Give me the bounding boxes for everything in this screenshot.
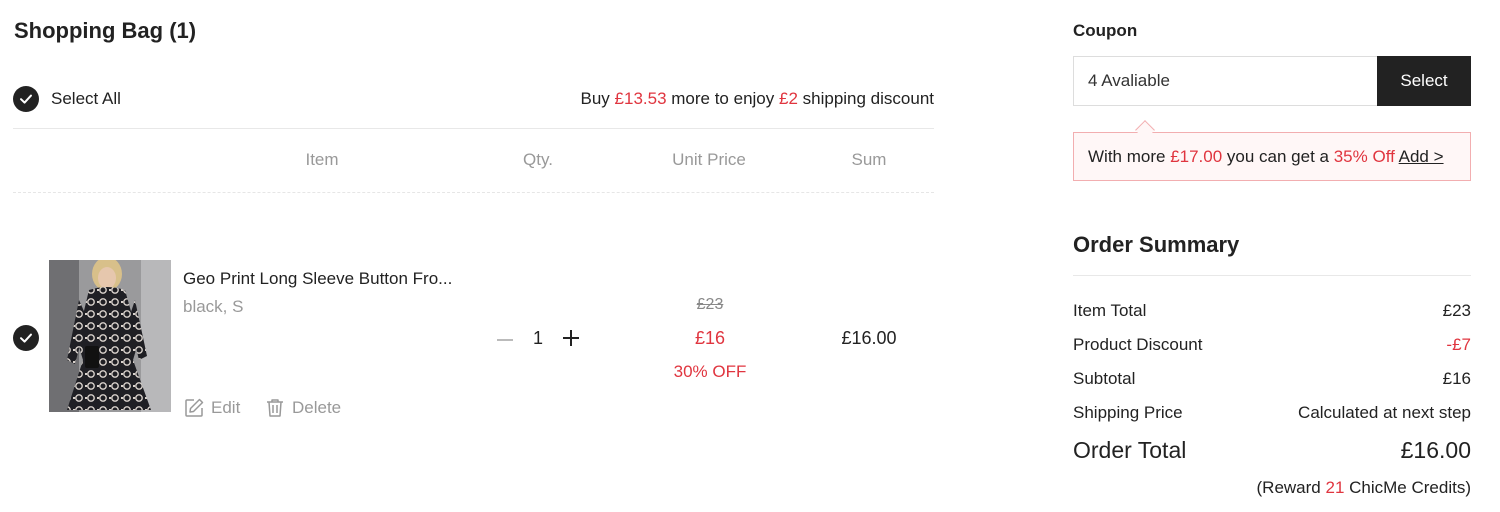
item-sum: £16.00 bbox=[841, 328, 897, 348]
divider bbox=[13, 192, 934, 193]
original-price: £23 bbox=[696, 296, 724, 313]
page-title: Shopping Bag (1) bbox=[14, 18, 197, 43]
column-header-qty: Qty. bbox=[523, 150, 553, 169]
order-total-label: Order Total bbox=[1073, 437, 1187, 463]
summary-row-item-total: Item Total £23 bbox=[1073, 301, 1471, 320]
shipping-discount: £2 bbox=[778, 89, 798, 108]
column-header-item: Item bbox=[305, 150, 339, 169]
divider bbox=[1073, 275, 1471, 276]
divider bbox=[13, 128, 934, 129]
promo-offer: 35% Off bbox=[1333, 147, 1395, 166]
coupon-promo-message: With more £17.00 you can get a 35% Off A… bbox=[1073, 132, 1471, 181]
edit-label: Edit bbox=[211, 398, 241, 417]
coupon-field[interactable]: 4 Avaliable bbox=[1073, 56, 1378, 106]
order-summary-title: Order Summary bbox=[1073, 232, 1240, 257]
quantity-value: 1 bbox=[532, 328, 543, 348]
select-all-toggle[interactable]: Select All bbox=[13, 86, 121, 112]
edit-button[interactable]: Edit bbox=[183, 397, 240, 419]
column-header-sum: Sum bbox=[851, 150, 887, 169]
shipping-amount: £13.53 bbox=[614, 89, 667, 108]
reward-credits: 21 bbox=[1325, 478, 1345, 497]
discount-badge: 30% OFF bbox=[673, 362, 747, 381]
product-name[interactable]: Geo Print Long Sleeve Button Fro... bbox=[183, 269, 452, 289]
reward-credits-note: (Reward 21 ChicMe Credits) bbox=[1256, 478, 1471, 497]
quantity-decrease-button[interactable] bbox=[495, 330, 515, 350]
summary-row-shipping: Shipping Price Calculated at next step bbox=[1073, 403, 1471, 422]
minus-icon bbox=[497, 339, 513, 341]
quantity-increase-button[interactable] bbox=[561, 328, 581, 348]
summary-row-product-discount: Product Discount -£7 bbox=[1073, 335, 1471, 354]
shipping-discount-message: Buy £13.53 more to enjoy £2 shipping dis… bbox=[580, 89, 935, 108]
promo-add-link[interactable]: Add > bbox=[1399, 147, 1444, 166]
coupon-select-button[interactable]: Select bbox=[1377, 56, 1471, 106]
check-circle-icon[interactable] bbox=[13, 86, 39, 112]
unit-price: £16 bbox=[694, 328, 726, 348]
trash-icon bbox=[267, 399, 283, 417]
select-all-label: Select All bbox=[51, 89, 121, 108]
delete-label: Delete bbox=[292, 398, 342, 417]
summary-row-subtotal: Subtotal £16 bbox=[1073, 369, 1471, 388]
coupon-label: Coupon bbox=[1073, 21, 1138, 40]
product-image[interactable] bbox=[49, 260, 171, 412]
promo-amount: £17.00 bbox=[1170, 147, 1223, 166]
edit-icon bbox=[185, 398, 204, 417]
delete-button[interactable]: Delete bbox=[264, 397, 341, 419]
product-variant: black, S bbox=[183, 297, 244, 316]
column-header-unit-price: Unit Price bbox=[672, 150, 746, 169]
order-total-value: £16.00 bbox=[1400, 437, 1471, 463]
summary-row-order-total: Order Total £16.00 bbox=[1073, 437, 1471, 464]
item-select-check-icon[interactable] bbox=[13, 325, 39, 351]
